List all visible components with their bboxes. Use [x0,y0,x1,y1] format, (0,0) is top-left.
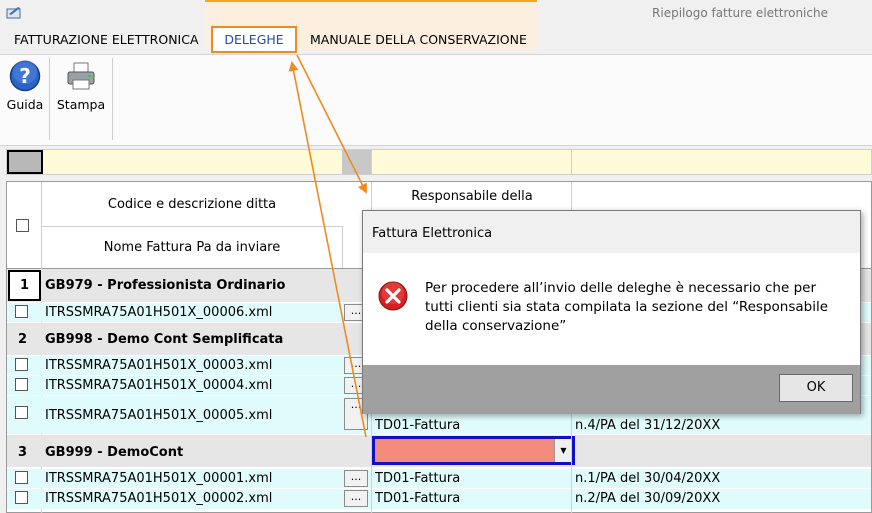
dialog-message: Per procedere all’invio delle deleghe è … [425,280,829,334]
col-divider [342,226,343,268]
file-name: ITRSSMRA75A01H501X_00004.xml [45,378,273,393]
file-name: ITRSSMRA75A01H501X_00002.xml [45,491,273,506]
numero-fattura: n.2/PA del 30/09/20XX [575,491,721,506]
group-title: GB999 - DemoCont [45,445,184,460]
row-checkbox[interactable] [15,305,28,318]
file-name: ITRSSMRA75A01H501X_00006.xml [45,305,273,320]
stampa-label: Stampa [56,97,106,112]
dialog-footer: OK [363,365,860,414]
ribbon-separator [49,58,50,140]
header-codice-descrizione: Codice e descrizione ditta [42,197,342,212]
help-icon: ? [9,60,41,92]
filter-cell-button[interactable] [342,150,372,174]
filter-bar [6,149,872,175]
guida-button[interactable]: ? Guida [2,60,48,112]
tab-manuale-conservazione[interactable]: MANUALE DELLA CONSERVAZIONE [310,32,527,52]
filter-cell-selector[interactable] [7,150,43,174]
tipo-documento: TD01-Fattura [375,418,461,433]
chevron-down-icon[interactable]: ▼ [554,439,572,462]
stampa-button[interactable]: Stampa [56,60,106,112]
svg-text:?: ? [19,64,31,88]
tab-fatturazione-elettronica[interactable]: FATTURAZIONE ELETTRONICA [14,32,199,52]
group-title: GB979 - Professionista Ordinario [45,278,286,293]
row-checkbox[interactable] [15,471,28,484]
row-checkbox[interactable] [15,378,28,391]
tipo-documento: TD01-Fattura [375,471,461,486]
browse-button[interactable]: ... [344,470,368,487]
browse-button[interactable]: ... [344,490,368,507]
ok-button[interactable]: OK [779,374,853,402]
ribbon-separator [112,58,113,140]
dialog-body: Per procedere all’invio delle deleghe è … [363,253,860,365]
tab-deleghe[interactable]: DELEGHE [211,26,297,53]
header-responsabile: Responsabile della [372,189,572,204]
file-name: ITRSSMRA75A01H501X_00005.xml [45,408,273,423]
app-icon [6,7,21,19]
file-name: ITRSSMRA75A01H501X_00003.xml [45,358,273,373]
responsabile-dropdown[interactable]: ▼ [372,436,575,465]
filter-divider [571,150,572,174]
ribbon [0,54,872,146]
printer-icon [67,62,95,90]
error-icon [378,281,408,311]
error-dialog: Fattura Elettronica Per procedere all’in… [362,210,861,414]
header-divider [42,226,342,227]
group-number: 1 [8,270,41,301]
file-name: ITRSSMRA75A01H501X_00001.xml [45,471,273,486]
tipo-documento: TD01-Fattura [375,491,461,506]
guida-label: Guida [6,97,44,112]
group-title: GB998 - Demo Cont Semplificata [45,332,284,347]
group-number: 3 [18,445,28,460]
header-nome-fattura: Nome Fattura Pa da inviare [42,240,342,255]
dialog-title: Fattura Elettronica [372,226,493,241]
select-all-checkbox[interactable] [16,219,29,232]
numero-fattura: n.4/PA del 31/12/20XX [575,418,721,433]
row-checkbox[interactable] [15,358,28,371]
window-title: Riepilogo fatture elettroniche [652,6,828,20]
row-checkbox[interactable] [15,406,28,419]
row-checkbox[interactable] [15,491,28,504]
group-number: 2 [18,332,28,347]
filter-divider [371,150,372,174]
numero-fattura: n.1/PA del 30/04/20XX [575,471,721,486]
